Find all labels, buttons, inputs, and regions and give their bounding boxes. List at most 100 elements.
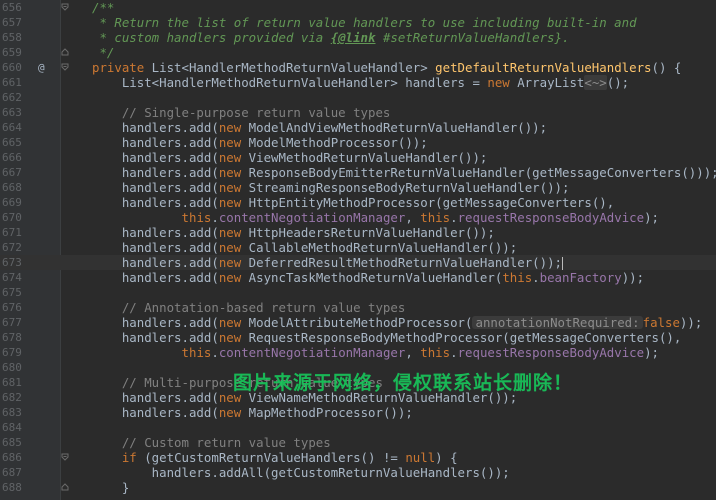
code-text: handlers.add(new HttpEntityMethodProcess… (92, 195, 615, 210)
line-number: 687 (2, 466, 22, 479)
line-number: 676 (2, 301, 22, 314)
code-line[interactable]: 676 // Annotation-based return value typ… (0, 300, 716, 315)
line-number: 684 (2, 421, 22, 434)
code-text: if (getCustomReturnValueHandlers() != nu… (121, 450, 458, 465)
code-line[interactable]: 685 // Custom return value types (0, 435, 716, 450)
line-number: 681 (2, 376, 22, 389)
code-line[interactable]: 665 handlers.add(new ModelMethodProcesso… (0, 135, 716, 150)
fold-end-icon[interactable] (60, 47, 70, 57)
override-marker-icon[interactable]: @ (38, 60, 45, 75)
code-text: handlers.add(new MapMethodProcessor()); (92, 405, 413, 420)
code-text: handlers.add(new ModelAndViewMethodRetur… (92, 120, 548, 135)
code-text: // Custom return value types (92, 435, 331, 450)
code-text: List<HandlerMethodReturnValueHandler> ha… (92, 75, 630, 90)
code-line[interactable]: 677 handlers.add(new ModelAttributeMetho… (0, 315, 716, 330)
diamond-fold-hint: <~> (584, 75, 607, 90)
code-line[interactable]: 669 handlers.add(new HttpEntityMethodPro… (0, 195, 716, 210)
code-text: * Return the list of return value handle… (92, 15, 637, 30)
line-number: 672 (2, 241, 22, 254)
line-number: 663 (2, 106, 22, 119)
code-line[interactable]: 667 handlers.add(new ResponseBodyEmitter… (0, 165, 716, 180)
line-number: 664 (2, 121, 22, 134)
code-line[interactable]: 672 handlers.add(new CallableMethodRetur… (0, 240, 716, 255)
code-text: // Annotation-based return value types (92, 300, 406, 315)
line-number: 675 (2, 286, 22, 299)
line-number: 677 (2, 316, 22, 329)
code-line[interactable]: 674 handlers.add(new AsyncTaskMethodRetu… (0, 270, 716, 285)
code-text: handlers.add(new ResponseBodyEmitterRetu… (92, 165, 716, 180)
code-line[interactable]: 671 handlers.add(new HttpHeadersReturnVa… (0, 225, 716, 240)
code-line[interactable]: 658 * custom handlers provided via {@lin… (0, 30, 716, 45)
code-line-current[interactable]: 673 handlers.add(new DeferredResultMetho… (0, 255, 716, 270)
text-caret (562, 257, 563, 270)
line-number: 659 (2, 46, 22, 59)
code-line[interactable]: 659 */ (0, 45, 716, 60)
line-number: 670 (2, 211, 22, 224)
code-text: * custom handlers provided via {@link #s… (92, 30, 570, 45)
code-line[interactable]: 660 @ private List<HandlerMethodReturnVa… (0, 60, 716, 75)
code-text: handlers.add(new AsyncTaskMethodReturnVa… (92, 270, 645, 285)
code-line[interactable]: 687 handlers.addAll(getCustomReturnValue… (0, 465, 716, 480)
code-text: handlers.add(new DeferredResultMethodRet… (92, 255, 563, 270)
code-text: handlers.add(new CallableMethodReturnVal… (92, 240, 518, 255)
code-line[interactable]: 662 (0, 90, 716, 105)
code-text: handlers.add(new ModelAttributeMethodPro… (92, 315, 703, 330)
line-number: 662 (2, 91, 22, 104)
code-line[interactable]: 679 this.contentNegotiationManager, this… (0, 345, 716, 360)
line-number: 688 (2, 481, 22, 494)
line-number: 656 (2, 1, 22, 14)
code-text: handlers.add(new ModelMethodProcessor())… (92, 135, 428, 150)
fold-end-icon[interactable] (60, 482, 70, 492)
code-text: */ (92, 45, 115, 60)
code-editor[interactable]: 656 /** 657 * Return the list of return … (0, 0, 716, 500)
watermark-overlay: 图片来源于网络，侵权联系站长删除！ (233, 372, 574, 394)
code-line[interactable]: 683 handlers.add(new MapMethodProcessor(… (0, 405, 716, 420)
line-number: 657 (2, 16, 22, 29)
line-number: 668 (2, 181, 22, 194)
code-line[interactable]: 656 /** (0, 0, 716, 15)
parameter-name-hint: annotationNotRequired: (472, 316, 643, 329)
line-number: 660 (2, 61, 22, 74)
code-text: handlers.add(new RequestResponseBodyMeth… (92, 330, 682, 345)
code-line[interactable]: 686 if (getCustomReturnValueHandlers() !… (0, 450, 716, 465)
fold-collapse-icon[interactable] (60, 62, 70, 72)
line-number: 678 (2, 331, 22, 344)
code-line[interactable]: 688 } (0, 480, 716, 495)
code-text: handlers.add(new ViewMethodReturnValueHa… (92, 150, 488, 165)
line-number: 669 (2, 196, 22, 209)
code-line[interactable]: 668 handlers.add(new StreamingResponseBo… (0, 180, 716, 195)
code-line[interactable]: 675 (0, 285, 716, 300)
code-text: handlers.addAll(getCustomReturnValueHand… (92, 465, 510, 480)
line-number: 661 (2, 76, 22, 89)
line-number: 679 (2, 346, 22, 359)
code-line[interactable]: 663 // Single-purpose return value types (0, 105, 716, 120)
line-number: 682 (2, 391, 22, 404)
code-text: private List<HandlerMethodReturnValueHan… (92, 60, 682, 75)
code-line[interactable]: 684 (0, 420, 716, 435)
fold-collapse-icon[interactable] (60, 2, 70, 12)
code-line[interactable]: 678 handlers.add(new RequestResponseBody… (0, 330, 716, 345)
line-number: 666 (2, 151, 22, 164)
line-number: 658 (2, 31, 22, 44)
code-line[interactable]: 661 List<HandlerMethodReturnValueHandler… (0, 75, 716, 90)
line-number: 685 (2, 436, 22, 449)
code-text: this.contentNegotiationManager, this.req… (181, 210, 659, 225)
line-number: 674 (2, 271, 22, 284)
line-number: 686 (2, 451, 22, 464)
line-number: 671 (2, 226, 22, 239)
line-number: 683 (2, 406, 22, 419)
code-text: handlers.add(new StreamingResponseBodyRe… (92, 180, 570, 195)
code-text: // Single-purpose return value types (92, 105, 391, 120)
code-line[interactable]: 657 * Return the list of return value ha… (0, 15, 716, 30)
code-text: /** (92, 0, 115, 15)
fold-collapse-icon[interactable] (60, 452, 70, 462)
code-text: this.contentNegotiationManager, this.req… (181, 345, 659, 360)
code-line[interactable]: 664 handlers.add(new ModelAndViewMethodR… (0, 120, 716, 135)
line-number: 673 (2, 256, 22, 269)
code-line[interactable]: 666 handlers.add(new ViewMethodReturnVal… (0, 150, 716, 165)
code-text: handlers.add(new HttpHeadersReturnValueH… (92, 225, 495, 240)
code-line[interactable]: 670 this.contentNegotiationManager, this… (0, 210, 716, 225)
line-number: 680 (2, 361, 22, 374)
line-number: 665 (2, 136, 22, 149)
code-text: } (92, 480, 130, 495)
